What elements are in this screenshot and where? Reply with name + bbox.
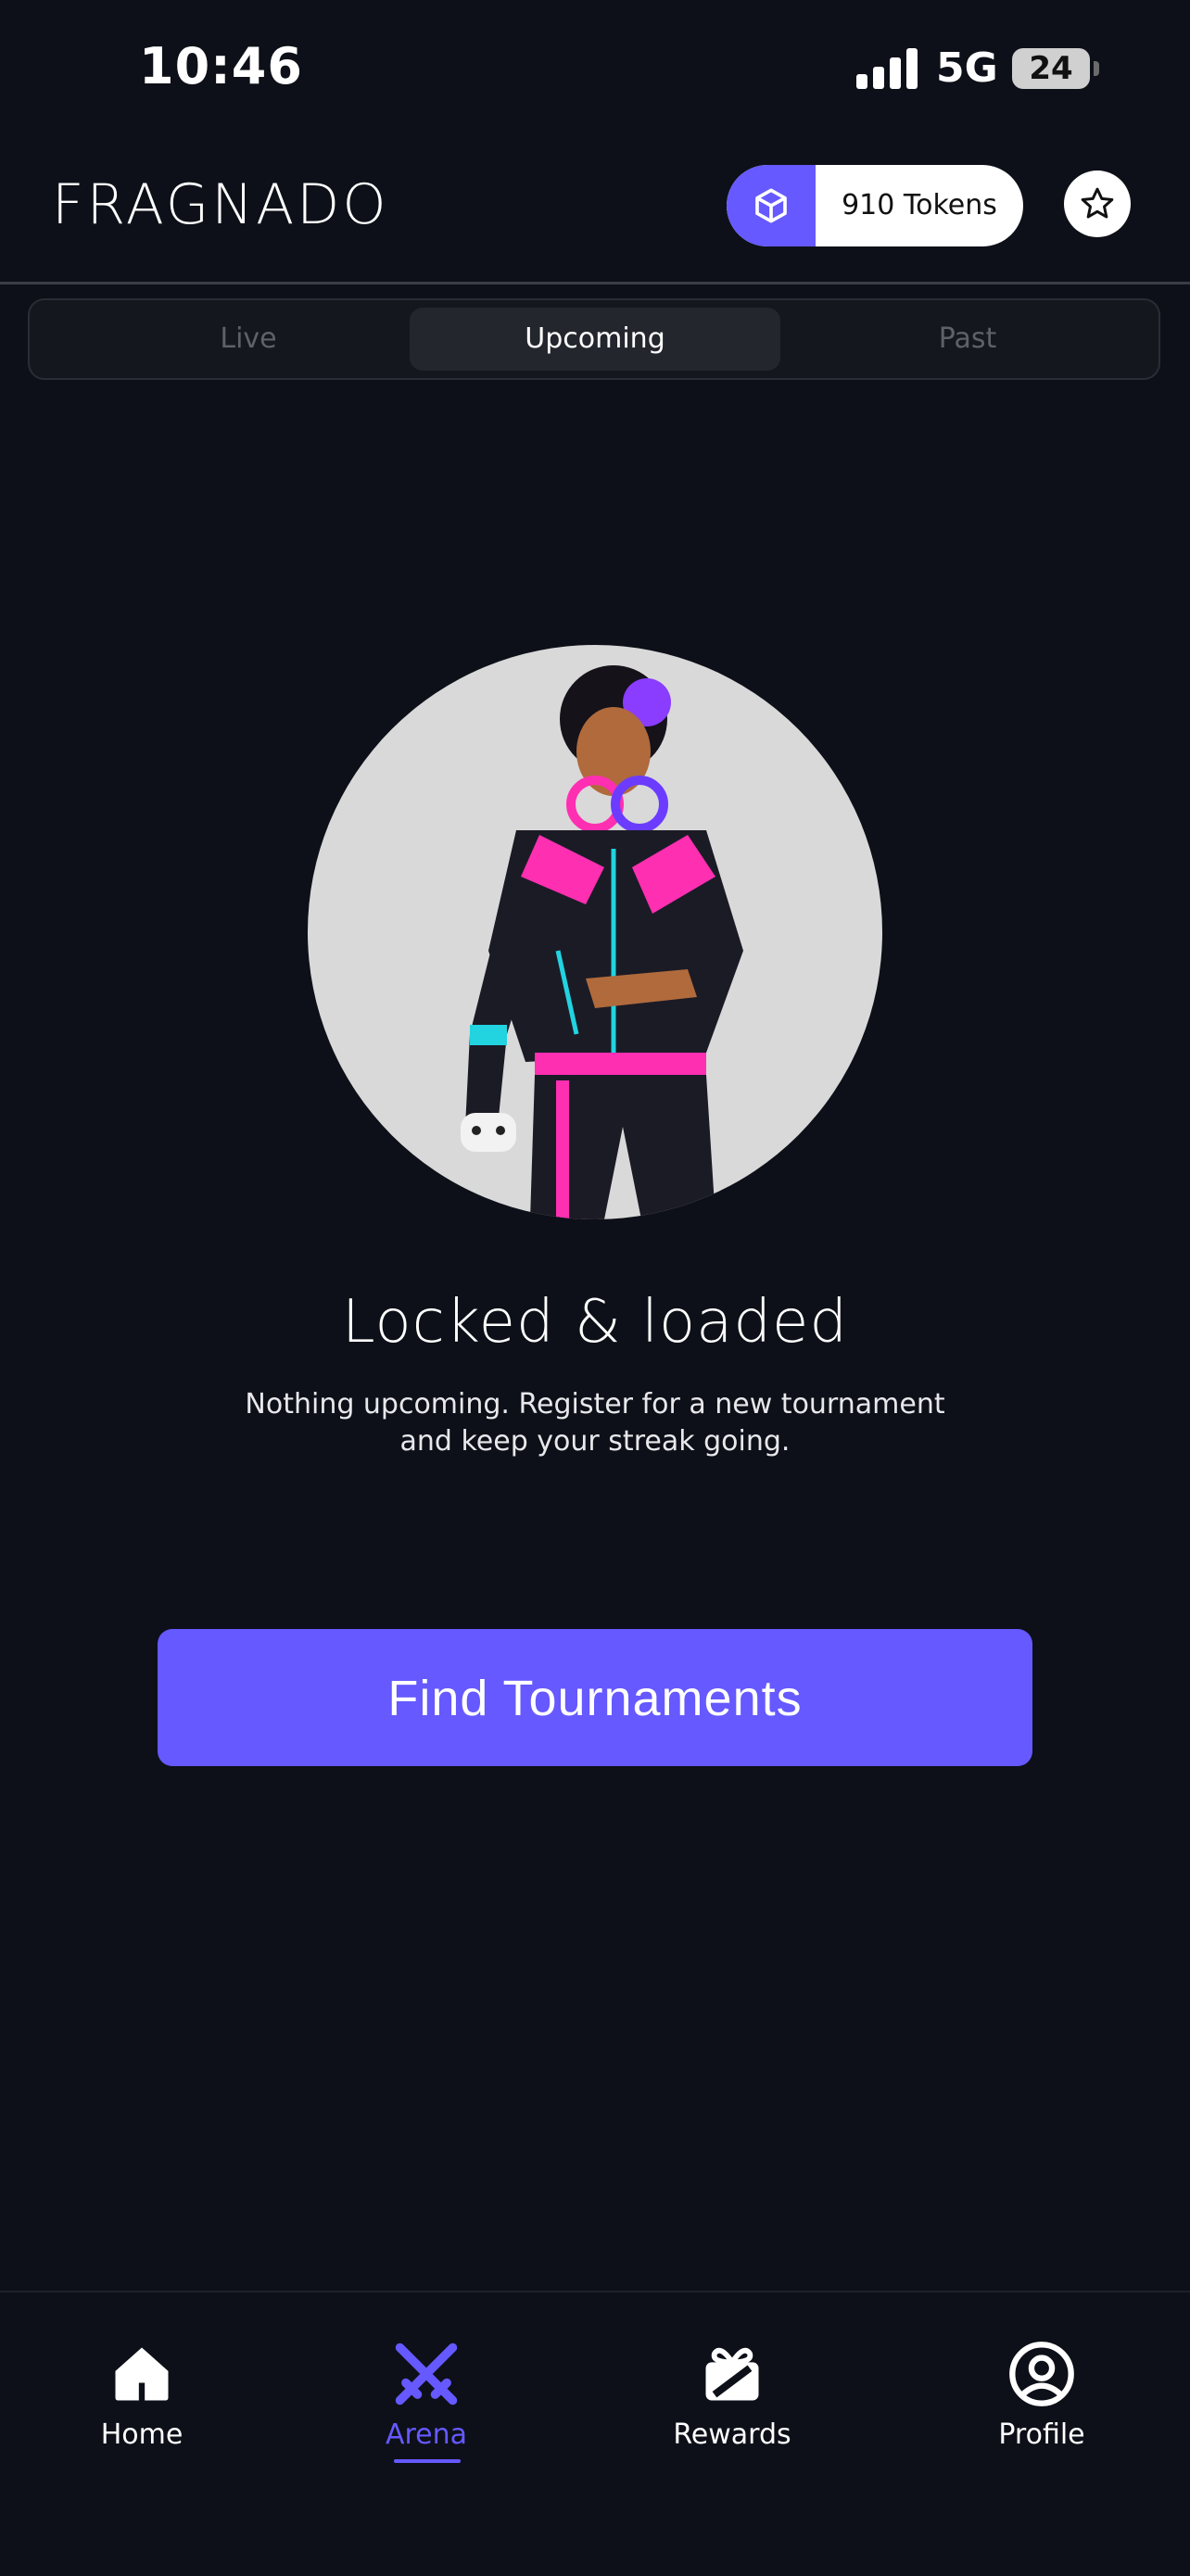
home-icon bbox=[115, 2347, 169, 2401]
gamer-character-illustration bbox=[308, 645, 882, 1219]
token-balance-button[interactable]: 910 Tokens bbox=[727, 165, 1023, 246]
empty-state-message-line-1: Nothing upcoming. Register for a new tou… bbox=[245, 1388, 945, 1421]
favorites-button[interactable] bbox=[1064, 170, 1131, 237]
nav-item-profile[interactable]: Profile bbox=[949, 2339, 1134, 2451]
nav-item-home[interactable]: Home bbox=[49, 2339, 234, 2451]
status-bar: 10:46 5G 24 bbox=[0, 0, 1190, 130]
brand-logo: FRAGNADO bbox=[52, 172, 389, 237]
active-tab-indicator bbox=[394, 2459, 461, 2463]
find-tournaments-button[interactable]: Find Tournaments bbox=[158, 1629, 1032, 1766]
cellular-signal-icon bbox=[856, 48, 919, 89]
nav-label-rewards: Rewards bbox=[673, 2418, 791, 2451]
nav-label-home: Home bbox=[100, 2418, 184, 2451]
token-balance: 910 Tokens bbox=[842, 189, 997, 221]
battery-level: 24 bbox=[1029, 50, 1073, 87]
status-time: 10:46 bbox=[139, 37, 303, 95]
bottom-nav: Home Arena Rewards Profile bbox=[0, 2291, 1190, 2576]
empty-state-title: Locked & loaded bbox=[341, 1288, 849, 1357]
cube-icon bbox=[727, 165, 816, 246]
tab-live[interactable]: Live bbox=[63, 308, 434, 371]
app-header: FRAGNADO 910 Tokens bbox=[0, 130, 1190, 284]
crossed-swords-icon bbox=[395, 2342, 458, 2406]
tab-upcoming[interactable]: Upcoming bbox=[410, 308, 780, 371]
nav-item-rewards[interactable]: Rewards bbox=[639, 2339, 825, 2451]
tab-past[interactable]: Past bbox=[782, 308, 1153, 371]
nav-label-profile: Profile bbox=[998, 2418, 1085, 2451]
user-circle-icon bbox=[1009, 2342, 1074, 2406]
empty-state-message: Nothing upcoming. Register for a new tou… bbox=[185, 1386, 1005, 1460]
nav-label-arena: Arena bbox=[385, 2418, 468, 2451]
nav-item-arena[interactable]: Arena bbox=[334, 2339, 519, 2451]
network-type: 5G bbox=[936, 44, 998, 92]
battery-icon: 24 bbox=[1012, 48, 1090, 89]
star-icon bbox=[1081, 187, 1114, 219]
tournament-tabs: Live Upcoming Past bbox=[28, 298, 1160, 380]
gift-icon bbox=[705, 2347, 759, 2401]
empty-state-message-line-2: and keep your streak going. bbox=[399, 1425, 791, 1458]
battery-tip bbox=[1094, 61, 1099, 76]
